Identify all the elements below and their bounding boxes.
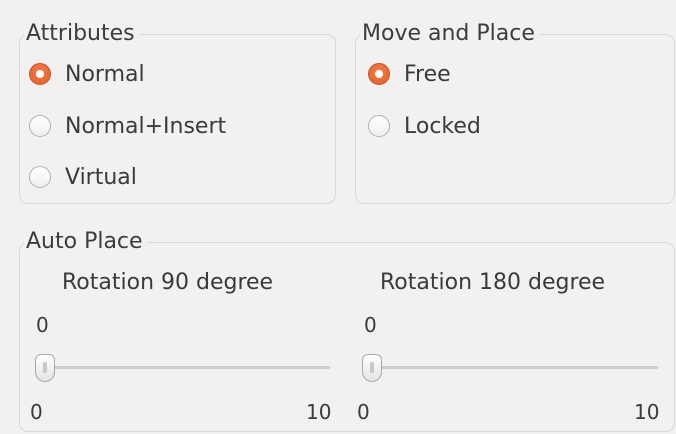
radio-free[interactable]: Free	[368, 59, 451, 89]
radio-normal-insert-indicator[interactable]	[29, 115, 51, 137]
rotation-180-label: Rotation 180 degree	[380, 270, 606, 295]
rotation-90-slider-handle[interactable]	[35, 354, 55, 382]
rotation-180-slider-handle[interactable]	[362, 354, 382, 382]
rotation-90-value: 0	[36, 313, 49, 337]
radio-normal-insert-label: Normal+Insert	[65, 113, 227, 139]
rotation-180-min: 0	[357, 400, 370, 424]
rotation-90-min: 0	[30, 400, 43, 424]
radio-locked[interactable]: Locked	[368, 111, 481, 141]
radio-free-label: Free	[404, 61, 451, 87]
rotation-180-value: 0	[364, 313, 377, 337]
footprint-properties-panel: Attributes Normal Normal+Insert Virtual …	[0, 0, 676, 434]
radio-normal-indicator[interactable]	[29, 63, 51, 85]
radio-free-indicator[interactable]	[368, 63, 390, 85]
radio-normal-insert[interactable]: Normal+Insert	[29, 111, 226, 141]
radio-virtual[interactable]: Virtual	[29, 162, 137, 192]
radio-locked-label: Locked	[404, 113, 481, 139]
radio-normal-label: Normal	[65, 61, 145, 87]
rotation-180-max: 10	[634, 400, 660, 424]
rotation-180-track[interactable]	[368, 366, 658, 369]
auto-place-group-title: Auto Place	[24, 229, 147, 255]
move-place-group-title: Move and Place	[360, 21, 539, 47]
rotation-90-track[interactable]	[40, 366, 330, 369]
rotation-90-max: 10	[306, 400, 332, 424]
radio-locked-indicator[interactable]	[368, 115, 390, 137]
rotation-90-label: Rotation 90 degree	[62, 270, 274, 295]
attributes-group-title: Attributes	[24, 21, 139, 47]
radio-virtual-indicator[interactable]	[29, 166, 51, 188]
radio-virtual-label: Virtual	[65, 164, 137, 190]
radio-normal[interactable]: Normal	[29, 59, 145, 89]
